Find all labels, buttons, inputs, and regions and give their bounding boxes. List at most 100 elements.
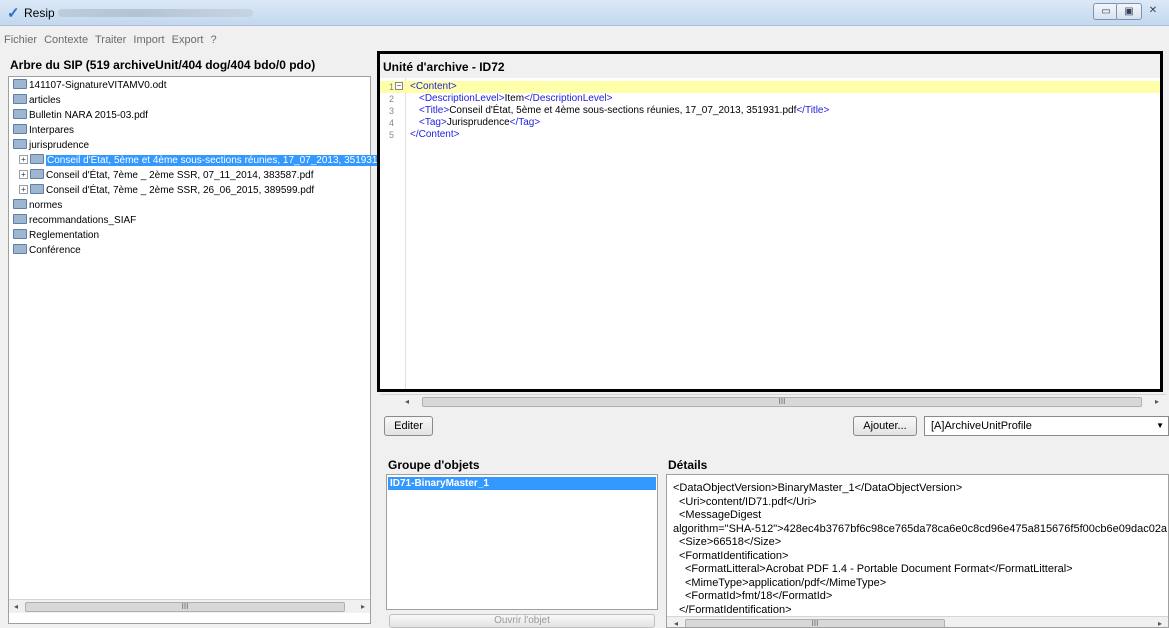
tree-item-label: Conseil d'État, 5ème et 4ème sous-sectio… [46,155,396,166]
detail-line: <MessageDigest [679,509,762,521]
xml-tag: <Tag> [419,117,447,128]
tree-item-label: 141107-SignatureVITAMV0.odt [29,80,167,91]
editor-header: Unité d'archive - ID72 [380,54,1160,78]
scroll-left-icon[interactable]: ◂ [400,395,414,409]
detail-line: <Size>66518</Size> [679,536,782,548]
scroll-right-icon[interactable]: ▸ [1150,395,1164,409]
profile-select[interactable]: [A]ArchiveUnitProfile ▼ [924,416,1169,436]
tree-item-label: normes [29,200,63,211]
tree-item[interactable]: recommandations_SIAF [13,214,136,228]
window-title: Resip [24,6,55,20]
folder-icon [13,229,27,240]
code-line[interactable]: 1− <Content> [380,81,1160,93]
tree-item[interactable]: Reglementation [13,229,99,243]
folder-icon [13,94,27,105]
tree-item[interactable]: + Conseil d'État, 7ème _ 2ème SSR, 26_06_… [19,184,314,198]
detail-line: <MimeType>application/pdf</MimeType> [685,576,887,589]
chevron-down-icon[interactable]: ▼ [1156,417,1164,435]
maximize-icon[interactable]: ▣ [1116,3,1142,20]
scroll-left-icon[interactable]: ◂ [9,600,23,614]
tree-item[interactable]: normes [13,199,62,213]
menu-traiter[interactable]: Traiter [95,34,126,46]
tree-item[interactable]: Conférence [13,244,81,258]
expand-icon[interactable]: + [19,154,28,164]
code-line[interactable]: 5 </Content> [380,129,1160,141]
scroll-right-icon[interactable]: ▸ [356,600,370,614]
tree-hscrollbar[interactable]: ◂ III ▸ [9,599,370,613]
tree-scroll-thumb[interactable]: III [25,602,345,612]
menu-bar: Fichier Contexte Traiter Import Export ? [0,32,1169,48]
detail-line: <Uri>content/ID71.pdf</Uri> [679,495,817,508]
code-text: </Content> [410,129,459,141]
code-text: <DescriptionLevel>Item</DescriptionLevel… [419,93,612,105]
tree-item-label: recommandations_SIAF [29,215,137,226]
tree-item-label: Reglementation [29,230,100,241]
tree-item-label: Conférence [29,245,81,256]
expand-icon[interactable]: + [19,169,28,179]
tree-item[interactable]: articles [13,94,61,108]
code-line[interactable]: 2 <DescriptionLevel>Item</DescriptionLeve… [380,93,1160,105]
line-number: 4 [389,118,395,128]
blurred-title-text [58,9,253,17]
tree-item[interactable]: 141107-SignatureVITAMV0.odt [13,79,167,93]
menu-export[interactable]: Export [172,34,204,46]
folder-icon [13,214,27,225]
folder-icon [13,109,27,120]
folder-icon [30,154,44,165]
app-check-icon: ✓ [7,5,20,22]
line-number: 1 [389,82,395,92]
xml-tag: </Tag> [509,117,541,128]
expand-icon[interactable]: + [19,184,28,194]
xml-text: Item [504,93,525,104]
line-number: 3 [389,106,395,116]
list-item[interactable]: ID71-BinaryMaster_1 [388,477,656,490]
xml-text: Jurisprudence [446,117,510,128]
archive-unit-editor[interactable]: Unité d'archive - ID72 1− <Content> 2 <Desc… [377,51,1163,392]
folder-icon [13,244,27,255]
details-panel[interactable]: <DataObjectVersion>BinaryMaster_1</DataO… [666,474,1169,628]
folder-icon [13,139,27,150]
close-icon[interactable]: ✕ [1141,3,1165,20]
tree-item-label: Bulletin NARA 2015-03.pdf [29,110,148,121]
scroll-right-icon[interactable]: ▸ [1153,617,1167,627]
tree-item[interactable]: + Conseil d'État, 7ème _ 2ème SSR, 07_11_… [19,169,313,183]
detail-line: <FormatId>fmt/18</FormatId> [685,590,833,602]
detail-line: </FormatIdentification> [679,603,792,616]
tree-item-label: articles [29,95,61,106]
details-hscrollbar[interactable]: ◂ III ▸ [667,616,1168,627]
detail-line: <FormatLitteral>Acrobat PDF 1.4 - Portab… [685,563,1073,575]
tree-item[interactable]: Bulletin NARA 2015-03.pdf [13,109,148,123]
edit-button[interactable]: Editer [384,416,433,436]
details-scroll-thumb[interactable]: III [685,619,945,627]
code-line[interactable]: 4 <Tag>Jurisprudence</Tag> [380,117,1160,129]
objects-title: Groupe d'objets [388,458,480,472]
folder-icon [13,79,27,90]
tree-item[interactable]: jurisprudence [13,139,89,153]
sip-tree[interactable]: 141107-SignatureVITAMV0.odt articles Bulle… [8,76,396,624]
detail-line: <DataObjectVersion>BinaryMaster_1</DataO… [673,482,963,494]
menu-contexte[interactable]: Contexte [44,34,88,46]
xml-tag: </Title> [796,105,830,116]
code-line[interactable]: 3 <Title>Conseil d'État, 5ème et 4ème sou… [380,105,1160,117]
xml-tag: <DescriptionLevel> [419,93,505,104]
tree-item[interactable]: Interpares [13,124,74,138]
menu-import[interactable]: Import [133,34,164,46]
scroll-left-icon[interactable]: ◂ [669,617,683,627]
folder-icon [13,124,27,135]
menu-help[interactable]: ? [211,34,217,46]
tree-item-label: Interpares [29,125,75,136]
add-button[interactable]: Ajouter... [853,416,917,436]
detail-line: algorithm="SHA-512">428ec4b3767bf6c98ce7… [673,522,1168,535]
xml-tag: <Content> [410,81,457,92]
editor-scroll-thumb[interactable]: III [422,397,1142,407]
open-object-button[interactable]: Ouvrir l'objet [389,614,655,628]
unit-title: Unité d'archive - ID72 [383,60,505,74]
code-text: <Tag>Jurisprudence</Tag> [419,117,540,129]
xml-tag: </DescriptionLevel> [524,93,613,104]
xml-tag: </Content> [410,129,460,140]
objects-list[interactable]: ID71-BinaryMaster_1 [386,474,658,610]
collapse-icon[interactable]: − [395,82,403,90]
menu-fichier[interactable]: Fichier [4,34,37,46]
tree-item[interactable]: + Conseil d'État, 5ème et 4ème sous-secti… [19,154,396,168]
editor-hscrollbar[interactable]: ◂ III ▸ [380,394,1166,408]
